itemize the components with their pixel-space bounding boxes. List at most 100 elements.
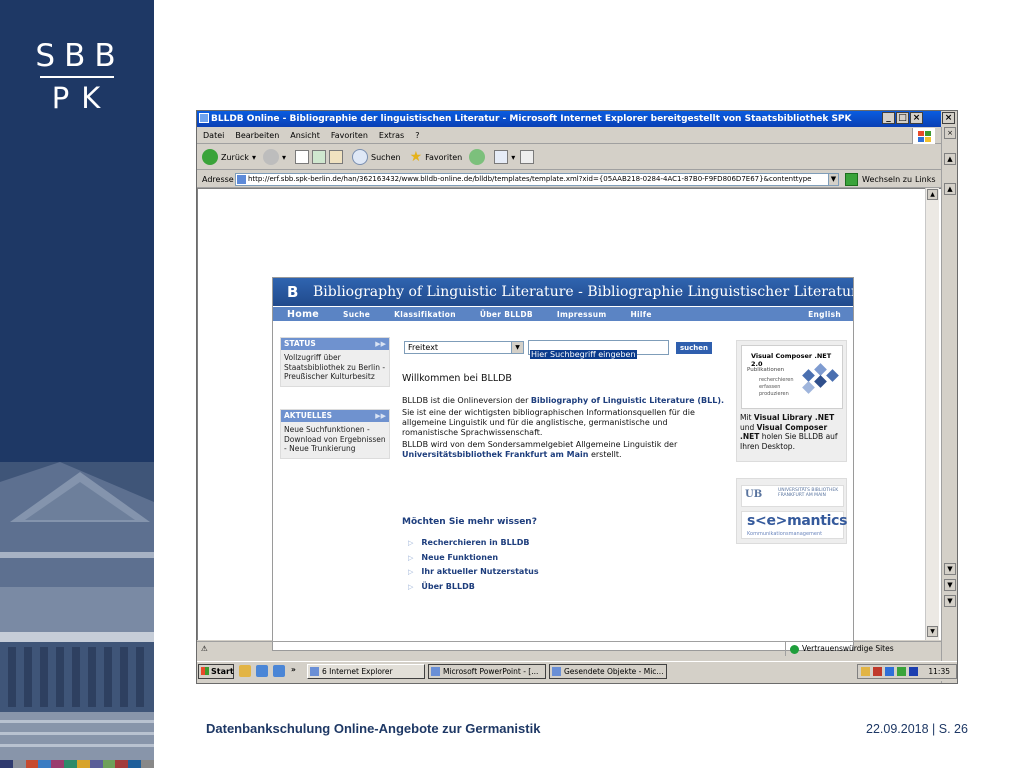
address-bar: Adresse http://erf.sbb.spk-berlin.de/han… [197, 171, 941, 188]
double-chevron-icon: ▶▶ [375, 340, 386, 348]
outer-scrollbar[interactable]: × ▲ ▲ ▼ ▼ ▼ [941, 127, 957, 683]
scroll-down-icon[interactable]: ▼ [927, 626, 938, 637]
search-button[interactable]: Suchen [351, 149, 401, 165]
links-button[interactable]: Links [915, 171, 936, 188]
clock: 11:35 [928, 667, 950, 676]
desktop-icon[interactable] [239, 665, 251, 677]
link-neue-funktionen[interactable]: Neue Funktionen [408, 551, 539, 566]
start-button[interactable]: Start [198, 664, 234, 679]
task-outlook[interactable]: Gesendete Objekte - Mic... [549, 664, 667, 679]
scroll-bottom-icon[interactable]: ▼ [944, 595, 956, 607]
page-scrollbar[interactable]: ▲ ▼ [925, 188, 939, 640]
intro-paragraph: BLLDB ist die Onlineversion der Bibliogr… [402, 396, 725, 405]
ub-mark: UB [745, 489, 763, 500]
scroll-up-icon[interactable]: ▲ [944, 153, 956, 165]
brand-sidebar: SBB PK [0, 0, 154, 768]
news-title: AKTUELLES [284, 411, 333, 420]
tray-icon[interactable] [861, 667, 870, 676]
close-button[interactable]: × [910, 112, 923, 124]
menu-favoriten[interactable]: Favoriten [331, 128, 368, 143]
logo-top: SBB [35, 38, 125, 74]
tray-icon[interactable] [897, 667, 906, 676]
ub-full-name: UNIVERSITÄTS BIBLIOTHEK FRANKFURT AM MAI… [778, 488, 839, 498]
stripe-segment [51, 760, 65, 768]
menu-help[interactable]: ? [415, 128, 419, 143]
menu-datei[interactable]: Datei [203, 128, 224, 143]
favorites-button[interactable]: ★ Favoriten [410, 149, 463, 165]
mail-icon[interactable] [494, 150, 509, 164]
history-icon[interactable] [469, 149, 486, 165]
overflow-chevron-icon[interactable]: » [291, 665, 296, 674]
search-submit-button[interactable]: suchen [676, 342, 712, 354]
semantics-subtitle: Kommunikationsmanagement [747, 531, 823, 537]
search-form: Freitext ▼ Hier Suchbegriff eingeben suc… [404, 340, 724, 359]
minimize-button[interactable]: _ [882, 112, 895, 124]
chevron-down-icon: ▾ [281, 152, 286, 162]
semantics-logo[interactable]: s<e>mantics Kommunikationsmanagement [741, 511, 847, 539]
news-box: AKTUELLES ▶▶ Neue Suchfunktionen - Downlo… [280, 409, 390, 459]
standard-toolbar: Zurück ▾ ▾ Suchen ★ Favoriten ▾ [197, 145, 941, 170]
refresh-icon[interactable] [311, 150, 326, 164]
scroll-step-icon[interactable]: ▼ [944, 579, 956, 591]
address-dropdown[interactable]: ▼ [828, 173, 839, 186]
stripe-segment [38, 760, 52, 768]
search-type-select[interactable]: Freitext ▼ [404, 341, 524, 354]
stripe-segment [64, 760, 77, 768]
nav-hilfe[interactable]: Hilfe [630, 310, 651, 319]
ub-frankfurt-link[interactable]: Universitätsbibliothek Frankfurt am Main [402, 450, 588, 459]
go-button[interactable]: Wechseln zu [862, 171, 912, 188]
forward-button[interactable]: ▾ [262, 149, 286, 165]
browser-viewport: B Bibliography of Linguistic Literature … [197, 188, 941, 651]
ie-quicklaunch-icon[interactable] [256, 665, 268, 677]
ub-frankfurt-logo[interactable]: UB UNIVERSITÄTS BIBLIOTHEK FRANKFURT AM … [741, 485, 844, 507]
scroll-down-icon[interactable]: ▼ [944, 563, 956, 575]
stop-icon[interactable] [294, 150, 309, 164]
maximize-button[interactable]: □ [896, 112, 909, 124]
nav-english[interactable]: English [808, 310, 841, 319]
nav-suche[interactable]: Suche [343, 310, 370, 319]
address-input[interactable]: http://erf.sbb.spk-berlin.de/han/3621634… [235, 173, 839, 186]
scroll-up-icon-2[interactable]: ▲ [944, 183, 956, 195]
task-powerpoint[interactable]: Microsoft PowerPoint - [... [428, 664, 546, 679]
menu-bearbeiten[interactable]: Bearbeiten [235, 128, 279, 143]
menu-ansicht[interactable]: Ansicht [290, 128, 320, 143]
nav-impressum[interactable]: Impressum [557, 310, 607, 319]
nav-ueber[interactable]: Über BLLDB [480, 310, 533, 319]
link-nutzerstatus[interactable]: Ihr aktueller Nutzerstatus [408, 565, 538, 580]
ie-quicklaunch-icon[interactable] [273, 665, 285, 677]
ie-page-icon [199, 113, 209, 123]
status-text: Vollzugriff über Staatsbibliothek zu Ber… [284, 353, 386, 381]
link-recherchieren[interactable]: Recherchieren in BLLDB [408, 536, 539, 551]
visual-composer-box[interactable]: Visual Composer .NET 2.0 Publikationen r… [736, 340, 847, 462]
status-bar: ⚠ Vertrauenswürdige Sites [197, 641, 941, 656]
menu-extras[interactable]: Extras [379, 128, 404, 143]
system-tray: 11:35 [857, 664, 957, 679]
bll-link[interactable]: Bibliography of Linguistic Literature (B… [531, 396, 724, 405]
back-button[interactable]: Zurück ▾ [202, 149, 256, 165]
vc-item: erfassen [759, 384, 781, 390]
search-input[interactable]: Hier Suchbegriff eingeben [528, 340, 669, 359]
zone-label: Vertrauenswürdige Sites [802, 644, 894, 653]
back-label: Zurück [221, 152, 249, 162]
home-icon[interactable] [328, 150, 343, 164]
window-controls: _ □ × [882, 112, 923, 124]
welcome-heading: Willkommen bei BLLDB [402, 373, 512, 384]
tray-icon[interactable] [909, 667, 918, 676]
color-stripe [0, 760, 154, 768]
news-text[interactable]: Neue Suchfunktionen - Download von Ergeb… [281, 422, 389, 458]
tray-icon[interactable] [885, 667, 894, 676]
nav-home[interactable]: Home [287, 309, 319, 320]
go-arrow-icon[interactable] [845, 173, 858, 186]
logo-rule [40, 76, 114, 78]
outer-close-icon[interactable]: × [944, 127, 956, 139]
tray-icon[interactable] [873, 667, 882, 676]
outer-close-button[interactable]: × [942, 112, 955, 124]
print-icon[interactable] [520, 150, 535, 164]
blldb-logo-icon: B [287, 283, 299, 301]
nav-klassifikation[interactable]: Klassifikation [394, 310, 456, 319]
address-label: Adresse [202, 175, 234, 184]
scroll-up-icon[interactable]: ▲ [927, 189, 938, 200]
link-ueber-blldb[interactable]: Über BLLDB [408, 580, 539, 595]
ie-screenshot: BLLDB Online - Bibliographie der linguis… [196, 110, 958, 684]
task-internet-explorer[interactable]: 6 Internet Explorer [307, 664, 425, 679]
